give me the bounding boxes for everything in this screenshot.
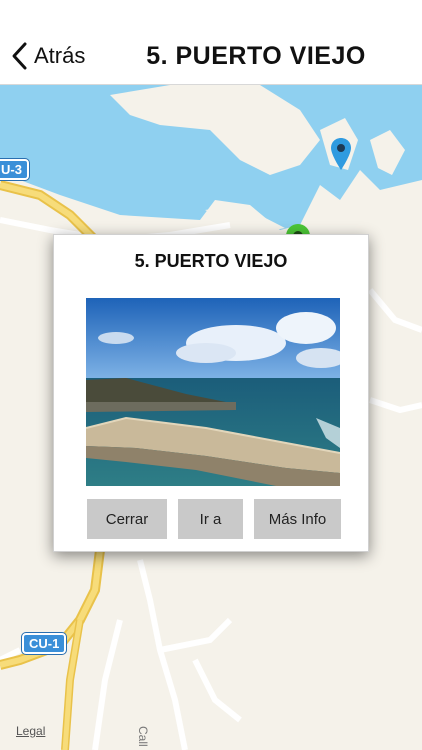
road-badge-cu1: CU-1: [22, 633, 67, 654]
road-badge-u3: U-3: [0, 159, 29, 180]
back-label: Atrás: [34, 43, 86, 68]
place-popup: 5. PUERTO VIEJO Cerrar Ir a Más Info: [53, 234, 369, 552]
page-title: 5. PUERTO VIEJO: [146, 42, 366, 70]
popup-title: 5. PUERTO VIEJO: [134, 251, 288, 271]
more-info-button[interactable]: Más Info: [254, 499, 341, 539]
map-pin-icon[interactable]: [330, 137, 352, 171]
navigation-bar: Atrás 5. PUERTO VIEJO: [0, 28, 422, 85]
go-to-button[interactable]: Ir a: [178, 499, 243, 539]
street-label: Call: [136, 726, 150, 747]
legal-link[interactable]: Legal: [16, 724, 45, 738]
close-button[interactable]: Cerrar: [87, 499, 167, 539]
place-photo: [86, 298, 340, 486]
back-button[interactable]: Atrás: [10, 40, 85, 72]
chevron-left-icon: [12, 42, 27, 70]
status-bar: [0, 0, 422, 28]
